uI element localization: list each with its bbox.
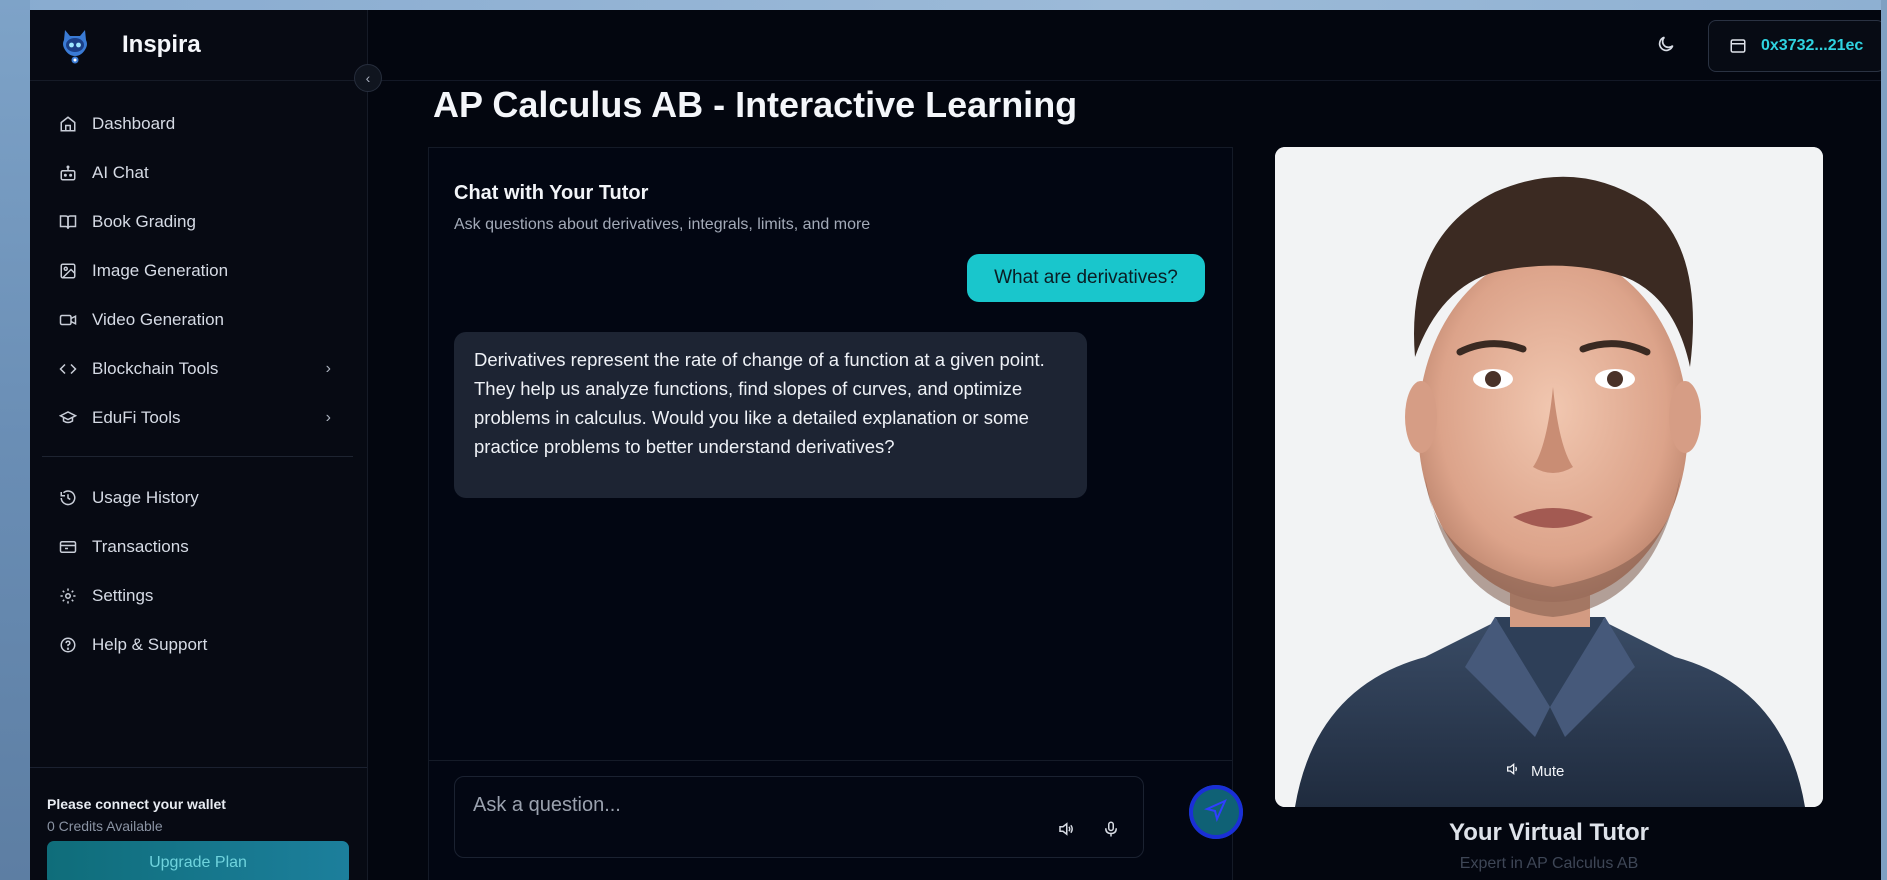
history-icon	[58, 488, 78, 508]
question-input[interactable]	[471, 791, 1035, 819]
app-window: Inspira Dashboard AI Chat Book Grading I…	[30, 10, 1881, 880]
collapse-sidebar-button[interactable]: ‹	[354, 64, 382, 92]
desktop-background-top	[0, 0, 1887, 10]
sidebar-item-video-generation[interactable]: Video Generation	[30, 295, 367, 344]
assistant-message: Derivatives represent the rate of change…	[454, 332, 1087, 498]
sidebar-item-settings[interactable]: Settings	[30, 571, 367, 620]
upgrade-plan-button[interactable]: Upgrade Plan	[47, 841, 349, 880]
wallet-status-panel: Please connect your wallet 0 Credits Ava…	[30, 767, 367, 880]
receipt-icon	[58, 537, 78, 557]
sidebar-item-edufi-tools[interactable]: EduFi Tools ›	[30, 393, 367, 442]
tutor-portrait	[1275, 147, 1823, 807]
send-icon	[1203, 798, 1228, 827]
sidebar-item-image-generation[interactable]: Image Generation	[30, 246, 367, 295]
wallet-icon	[1729, 37, 1747, 55]
sidebar-item-transactions[interactable]: Transactions	[30, 522, 367, 571]
wallet-prompt: Please connect your wallet	[47, 796, 226, 812]
send-button[interactable]	[1189, 785, 1243, 839]
mute-label: Mute	[1531, 762, 1565, 780]
moon-icon	[1656, 34, 1676, 59]
sidebar-item-label: Transactions	[92, 536, 189, 556]
sidebar: Inspira Dashboard AI Chat Book Grading I…	[30, 10, 368, 880]
top-bar: 0x3732...21ec	[367, 10, 1881, 81]
sidebar-divider	[42, 456, 353, 457]
chat-subtitle: Ask questions about derivatives, integra…	[454, 216, 871, 233]
sidebar-item-label: Usage History	[92, 487, 199, 507]
graduation-cap-icon	[58, 408, 78, 428]
desktop-background-right	[1881, 0, 1887, 880]
video-icon	[58, 310, 78, 330]
sidebar-item-dashboard[interactable]: Dashboard	[30, 99, 367, 148]
sidebar-item-label: Help & Support	[92, 634, 208, 654]
tutor-name: Your Virtual Tutor	[1448, 819, 1649, 846]
sidebar-item-help-support[interactable]: Help & Support	[30, 620, 367, 669]
sidebar-item-usage-history[interactable]: Usage History	[30, 473, 367, 522]
sidebar-item-book-grading[interactable]: Book Grading	[30, 197, 367, 246]
chevron-left-icon: ‹	[365, 70, 371, 86]
book-open-icon	[58, 212, 78, 232]
logo-row[interactable]: Inspira	[30, 10, 367, 81]
wallet-address: 0x3732...21ec	[1761, 37, 1864, 54]
speaker-icon	[1505, 761, 1521, 781]
sidebar-item-label: Video Generation	[92, 309, 225, 329]
speaker-icon[interactable]	[1055, 818, 1077, 840]
input-divider	[429, 760, 1232, 761]
credits-count: 0 Credits Available	[47, 818, 163, 834]
help-circle-icon	[58, 635, 78, 655]
sidebar-item-label: EduFi Tools	[92, 407, 181, 427]
sidebar-item-label: Dashboard	[92, 113, 176, 133]
chat-panel: Chat with Your Tutor Ask questions about…	[428, 147, 1243, 880]
theme-toggle-button[interactable]	[1652, 32, 1680, 60]
assistant-message-text: Derivatives represent the rate of change…	[474, 349, 1045, 457]
tutor-subtitle: Expert in AP Calculus AB	[1459, 855, 1639, 872]
home-icon	[58, 114, 78, 134]
mute-button[interactable]: Mute	[1505, 761, 1564, 781]
wallet-button[interactable]: 0x3732...21ec	[1708, 20, 1881, 72]
sidebar-item-label: AI Chat	[92, 162, 149, 182]
image-icon	[58, 261, 78, 281]
tutor-video[interactable]: Mute	[1275, 147, 1823, 807]
user-message: What are derivatives?	[967, 254, 1205, 302]
chevron-right-icon[interactable]: ›	[326, 409, 331, 427]
sidebar-item-label: Book Grading	[92, 211, 196, 231]
page-title: AP Calculus AB - Interactive Learning	[433, 84, 1078, 125]
sidebar-item-ai-chat[interactable]: AI Chat	[30, 148, 367, 197]
gear-icon	[58, 586, 78, 606]
sidebar-nav: Dashboard AI Chat Book Grading Image Gen…	[30, 81, 367, 669]
code-icon	[58, 359, 78, 379]
bot-icon	[58, 163, 78, 183]
sidebar-item-label: Blockchain Tools	[92, 358, 219, 378]
sidebar-item-label: Settings	[92, 585, 154, 605]
chevron-right-icon[interactable]: ›	[326, 360, 331, 378]
robot-logo-icon	[60, 26, 90, 64]
app-name: Inspira	[122, 31, 201, 58]
sidebar-item-label: Image Generation	[92, 260, 229, 280]
chat-title: Chat with Your Tutor	[454, 182, 649, 204]
question-input-box	[454, 776, 1144, 858]
sidebar-item-blockchain-tools[interactable]: Blockchain Tools ›	[30, 344, 367, 393]
desktop-background-left	[0, 0, 30, 880]
microphone-icon[interactable]	[1100, 818, 1122, 840]
